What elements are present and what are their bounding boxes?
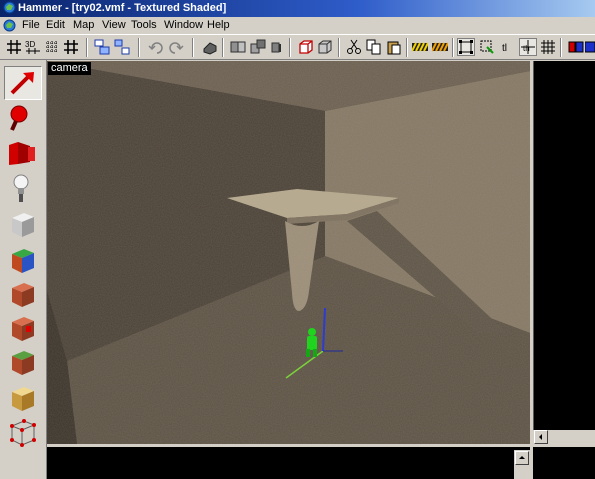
toolbar-separator [338,38,340,57]
toolbar-separator [138,38,140,57]
vertical-scrollbar[interactable] [514,450,530,479]
window-title: Hammer - [try02.vmf - Textured Shaded] [18,2,227,14]
tool-panel [0,60,47,479]
svg-text:3D: 3D [25,40,35,49]
cube-filled-icon[interactable] [317,39,333,55]
decal-cube-icon [12,317,34,341]
scroll-left-button[interactable] [534,430,548,444]
arrow-left-icon [539,434,542,440]
select-handles-icon[interactable] [479,39,495,55]
carve-icon[interactable] [202,39,218,55]
grid-toggle-icon[interactable] [6,39,22,55]
copy-icon[interactable] [366,39,382,55]
3d-scene [47,61,530,444]
top-viewport[interactable] [533,61,595,444]
clip-cube-icon [12,387,34,411]
toolbar-separator [86,38,88,57]
selection-arrow-icon [10,72,34,95]
decal-tool[interactable] [4,312,42,346]
grid-plus-icon[interactable] [63,39,79,55]
side-viewport[interactable] [47,447,530,479]
toolbar-separator [452,38,454,57]
overlay-cube-icon [12,351,34,375]
camera-icon [9,142,35,165]
overlay-tool[interactable] [4,346,42,380]
menu-map[interactable]: Map [73,18,94,33]
magnifier-icon [10,105,28,131]
cube-outline-icon[interactable] [298,39,314,55]
svg-text:th: th [523,44,530,53]
menu-bar: File Edit Map View Tools Window Help [0,17,595,34]
toolbar-separator [289,38,291,57]
grid-dense-icon[interactable] [540,39,556,55]
texture-application-tool[interactable] [4,244,42,278]
menu-window[interactable]: Window [164,18,203,33]
selection-tool[interactable] [4,66,42,100]
apply-texture-tool[interactable] [4,278,42,312]
horizontal-scrollbar[interactable] [533,430,595,445]
select-bounds-icon[interactable] [457,38,475,56]
svg-text:tl: tl [502,43,507,54]
texture-lock-icon[interactable] [412,39,428,55]
dot-grid-icon[interactable] [44,39,60,55]
hammer-app-icon[interactable] [3,1,16,14]
menu-help[interactable]: Help [207,18,230,33]
texture-lock-alt-icon[interactable] [432,39,448,55]
grid-3d-icon[interactable]: 3D [25,39,41,55]
menu-edit[interactable]: Edit [46,18,65,33]
toolbar-separator [222,38,224,57]
menu-tools[interactable]: Tools [131,18,157,33]
viewport-label: camera [48,62,91,75]
paste-icon[interactable] [386,39,402,55]
undo-icon[interactable] [148,39,164,55]
solid-icon[interactable] [269,39,285,55]
camera-tool[interactable] [4,137,42,171]
entity-icon[interactable] [230,39,246,55]
textured-cube-icon [12,249,34,273]
block-cube-icon [12,213,34,237]
overflow-icon[interactable] [585,39,595,55]
scroll-up-button[interactable] [515,451,529,465]
toolbar-separator [192,38,194,57]
arrow-up-icon [519,456,525,459]
document-icon[interactable] [3,19,16,32]
menu-view[interactable]: View [102,18,126,33]
light-bulb-icon [13,174,29,202]
redo-icon[interactable] [168,39,184,55]
toolbar-separator [406,38,408,57]
brick-cube-icon [12,283,34,307]
toolbar-separator [560,38,562,57]
menu-file[interactable]: File [22,18,40,33]
block-tool[interactable] [4,208,42,242]
entity-tool[interactable] [4,172,42,206]
front-viewport[interactable] [533,447,595,479]
title-bar[interactable]: Hammer - [try02.vmf - Textured Shaded] [0,0,595,17]
text-xyz-icon[interactable]: th [519,38,537,56]
ungroup-icon[interactable] [114,39,130,55]
hide-icon[interactable] [250,39,266,55]
clipping-tool[interactable] [4,382,42,416]
text-tl-icon[interactable]: tl [499,39,515,55]
vertex-tool[interactable] [4,416,42,450]
vertex-cube-icon [10,419,36,447]
cut-icon[interactable] [346,39,362,55]
group-icon[interactable] [94,39,110,55]
camera-viewport[interactable]: camera [47,61,530,444]
texture-browser-icon[interactable] [568,39,584,55]
magnify-tool[interactable] [4,102,42,136]
main-toolbar: 3D tl th [0,34,595,60]
